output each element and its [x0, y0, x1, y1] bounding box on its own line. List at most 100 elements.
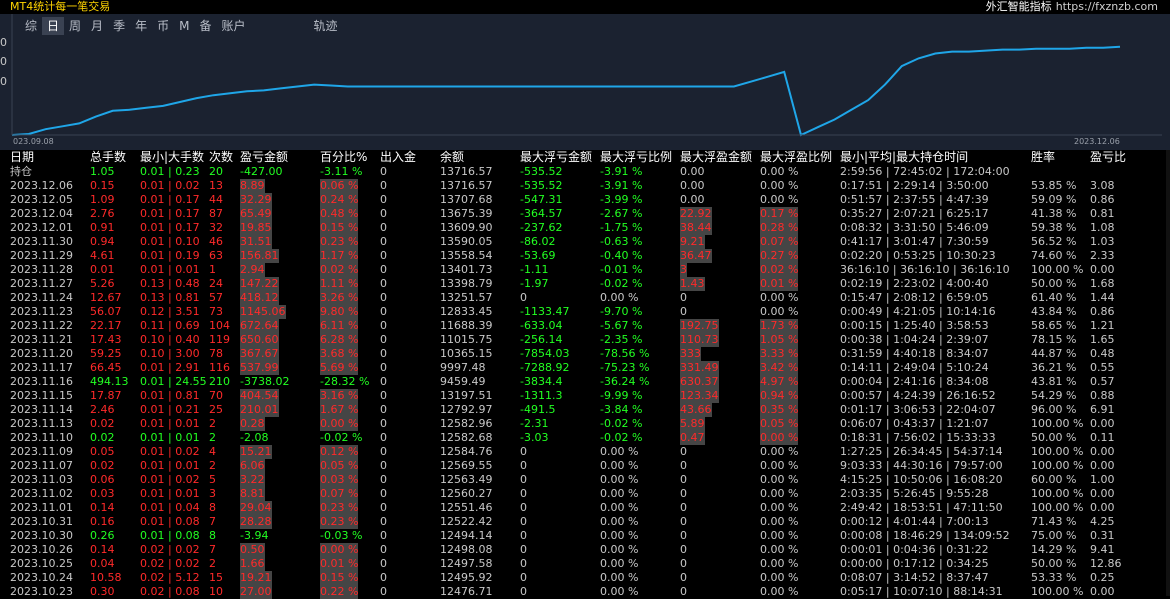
cell-minmax: 0.01 | 0.02 [140, 179, 200, 192]
table-row[interactable]: 2023.11.22 22.17 0.11 | 0.69 104 672.64 6.11 … [0, 319, 1170, 333]
cell-date: 2023.10.24 [10, 571, 73, 584]
tab-10[interactable]: 轨迹 [309, 17, 343, 35]
header-cell[interactable]: 百分比% [320, 150, 367, 165]
table-row[interactable]: 2023.11.23 56.07 0.12 | 3.51 73 1145.06 9.80 … [0, 305, 1170, 319]
cell-mfpp: 0.00 % [760, 179, 799, 192]
cell-date: 2023.11.21 [10, 333, 73, 346]
table-row[interactable]: 2023.11.24 12.67 0.13 | 0.81 57 418.12 3.26 %… [0, 291, 1170, 305]
cell-mflp: 0.00 % [600, 529, 639, 542]
table-row[interactable]: 2023.10.31 0.16 0.01 | 0.08 7 28.28 0.23 % 0 12… [0, 515, 1170, 529]
table-row[interactable]: 2023.10.24 10.58 0.02 | 5.12 15 19.21 0.15 % 0… [0, 571, 1170, 585]
cell-mfp: 0 [680, 557, 687, 570]
cell-lots: 5.26 [90, 277, 115, 290]
header-cell[interactable]: 最大浮盈比例 [760, 150, 832, 165]
holding-row[interactable]: 持仓 1.05 0.01 | 0.23 20 -427.00 -3.11 % 0 13716.… [0, 165, 1170, 179]
table-row[interactable]: 2023.11.14 2.46 0.01 | 0.21 25 210.01 1.67 % 0… [0, 403, 1170, 417]
tab-6[interactable]: 币 [152, 17, 174, 35]
cell-dep: 0 [380, 571, 387, 584]
header-cell[interactable]: 最小|平均|最大持仓时间 [840, 150, 968, 165]
tab-5[interactable]: 年 [130, 17, 152, 35]
tab-2[interactable]: 周 [64, 17, 86, 35]
table-row[interactable]: 2023.12.05 1.09 0.01 | 0.17 44 32.29 0.24 % 0 1… [0, 193, 1170, 207]
table-row[interactable]: 2023.11.13 0.02 0.01 | 0.01 2 0.28 0.00 % 0 125… [0, 417, 1170, 431]
cell-win: 71.43 % [1031, 515, 1077, 528]
tab-4[interactable]: 季 [108, 17, 130, 35]
cell-time: 0:35:27 | 2:07:21 | 6:25:17 [840, 207, 989, 220]
header-cell[interactable]: 最大浮盈金额 [680, 150, 752, 165]
y-tick-label: 0 [0, 36, 7, 49]
cell-bal: 13401.73 [440, 263, 493, 276]
cell-mfp: 0 [680, 487, 687, 500]
table-scrollbar[interactable] [1166, 150, 1170, 596]
table-row[interactable]: 2023.11.01 0.14 0.01 | 0.04 8 29.04 0.23 % 0 12… [0, 501, 1170, 515]
cell-mflp: 0.00 % [600, 501, 639, 514]
header-cell[interactable]: 最小|大手数 [140, 150, 204, 165]
tab-7[interactable]: M [174, 17, 194, 35]
cell-pct: 0.15 % [320, 571, 359, 585]
table-row[interactable]: 2023.11.30 0.94 0.01 | 0.10 46 31.51 0.23 % 0 1… [0, 235, 1170, 249]
cell-date: 2023.10.30 [10, 529, 73, 542]
cell-dep: 0 [380, 249, 387, 262]
cell-pct: 6.28 % [320, 333, 359, 347]
header-cell[interactable]: 余额 [440, 150, 464, 165]
cell-mflp: 0.00 % [600, 473, 639, 486]
cell-count: 7 [209, 543, 216, 556]
cell-dep: 0 [380, 347, 387, 360]
table-row[interactable]: 2023.10.25 0.04 0.02 | 0.02 2 1.66 0.01 % 0 124… [0, 557, 1170, 571]
table-row[interactable]: 2023.12.01 0.91 0.01 | 0.17 32 19.85 0.15 % 0 1… [0, 221, 1170, 235]
cell-mfl: -535.52 [520, 165, 563, 178]
table-row[interactable]: 2023.11.03 0.06 0.01 | 0.02 5 3.22 0.03 % 0 125… [0, 473, 1170, 487]
cell-win: 100.00 % [1031, 487, 1084, 500]
cell-ratio: 1.68 [1090, 277, 1115, 290]
table-row[interactable]: 2023.12.04 2.76 0.01 | 0.17 87 65.49 0.48 % 0 1… [0, 207, 1170, 221]
table-row[interactable]: 2023.10.30 0.26 0.01 | 0.08 8 -3.94 -0.03 % 0 1… [0, 529, 1170, 543]
header-cell[interactable]: 盈亏金额 [240, 150, 288, 165]
table-row[interactable]: 2023.11.09 0.05 0.01 | 0.02 4 15.21 0.12 % 0 12… [0, 445, 1170, 459]
cell-mfl: -491.5 [520, 403, 556, 416]
header-cell[interactable]: 出入金 [380, 150, 416, 165]
cell-mfpp: 0.00 % [760, 487, 799, 500]
table-row[interactable]: 2023.11.02 0.03 0.01 | 0.01 3 8.81 0.07 % 0 125… [0, 487, 1170, 501]
table-row[interactable]: 2023.11.29 4.61 0.01 | 0.19 63 156.81 1.17 % 0… [0, 249, 1170, 263]
cell-mfp: 36.47 [680, 249, 712, 263]
header-cell[interactable]: 日期 [10, 150, 34, 165]
cell-ratio: 1.08 [1090, 221, 1115, 234]
tab-1[interactable]: 日 [42, 17, 65, 35]
cell-count: 119 [209, 333, 230, 346]
header-cell[interactable]: 胜率 [1031, 150, 1055, 165]
header-cell[interactable]: 最大浮亏金额 [520, 150, 592, 165]
tab-8[interactable]: 备 [194, 17, 216, 35]
cell-bal: 9459.49 [440, 375, 486, 388]
cell-lots: 22.17 [90, 319, 122, 332]
table-row[interactable]: 2023.11.27 5.26 0.13 | 0.48 24 147.22 1.11 % 0… [0, 277, 1170, 291]
cell-minmax: 0.10 | 3.00 [140, 347, 200, 360]
table-row[interactable]: 2023.11.17 66.45 0.01 | 2.91 116 537.99 5.69 … [0, 361, 1170, 375]
tab-9[interactable]: 账户 [216, 17, 250, 35]
header-cell[interactable]: 盈亏比 [1090, 150, 1126, 165]
cell-ratio: 0.81 [1090, 207, 1115, 220]
cell-minmax: 0.13 | 0.48 [140, 277, 200, 290]
table-row[interactable]: 2023.11.28 0.01 0.01 | 0.01 1 2.94 0.02 % 0 134… [0, 263, 1170, 277]
table-row[interactable]: 2023.10.26 0.14 0.02 | 0.02 7 0.50 0.00 % 0 124… [0, 543, 1170, 557]
tab-3[interactable]: 月 [86, 17, 108, 35]
cell-mflp: -3.99 % [600, 193, 643, 206]
table-row[interactable]: 2023.12.06 0.15 0.01 | 0.02 13 8.89 0.06 % 0 13… [0, 179, 1170, 193]
table-row[interactable]: 2023.11.15 17.87 0.01 | 0.81 70 404.54 3.16 %… [0, 389, 1170, 403]
table-row[interactable]: 2023.11.16 494.13 0.01 | 24.55 210 -3738.02 -… [0, 375, 1170, 389]
header-cell[interactable]: 次数 [209, 150, 233, 165]
header-cell[interactable]: 最大浮亏比例 [600, 150, 672, 165]
table-row[interactable]: 2023.11.21 17.43 0.10 | 0.40 119 650.60 6.28 … [0, 333, 1170, 347]
cell-mfp: 333 [680, 347, 701, 361]
cell-mfl: -364.57 [520, 207, 563, 220]
table-row[interactable]: 2023.11.20 59.25 0.10 | 3.00 78 367.67 3.68 %… [0, 347, 1170, 361]
table-row[interactable]: 2023.10.23 0.30 0.02 | 0.08 10 27.00 0.22 % 0 1… [0, 585, 1170, 599]
cell-ratio: 0.86 [1090, 305, 1115, 318]
cell-ratio: 0.55 [1090, 361, 1115, 374]
header-cell[interactable]: 总手数 [90, 150, 126, 165]
cell-pct: -0.03 % [320, 529, 363, 542]
cell-mfl: -3834.4 [520, 375, 563, 388]
table-row[interactable]: 2023.11.07 0.02 0.01 | 0.01 2 6.06 0.05 % 0 125… [0, 459, 1170, 473]
tab-0[interactable]: 综 [20, 17, 42, 35]
table-row[interactable]: 2023.11.10 0.02 0.01 | 0.01 2 -2.08 -0.02 % 0 1… [0, 431, 1170, 445]
brand-url[interactable]: https://fxznzb.com [1056, 0, 1158, 13]
